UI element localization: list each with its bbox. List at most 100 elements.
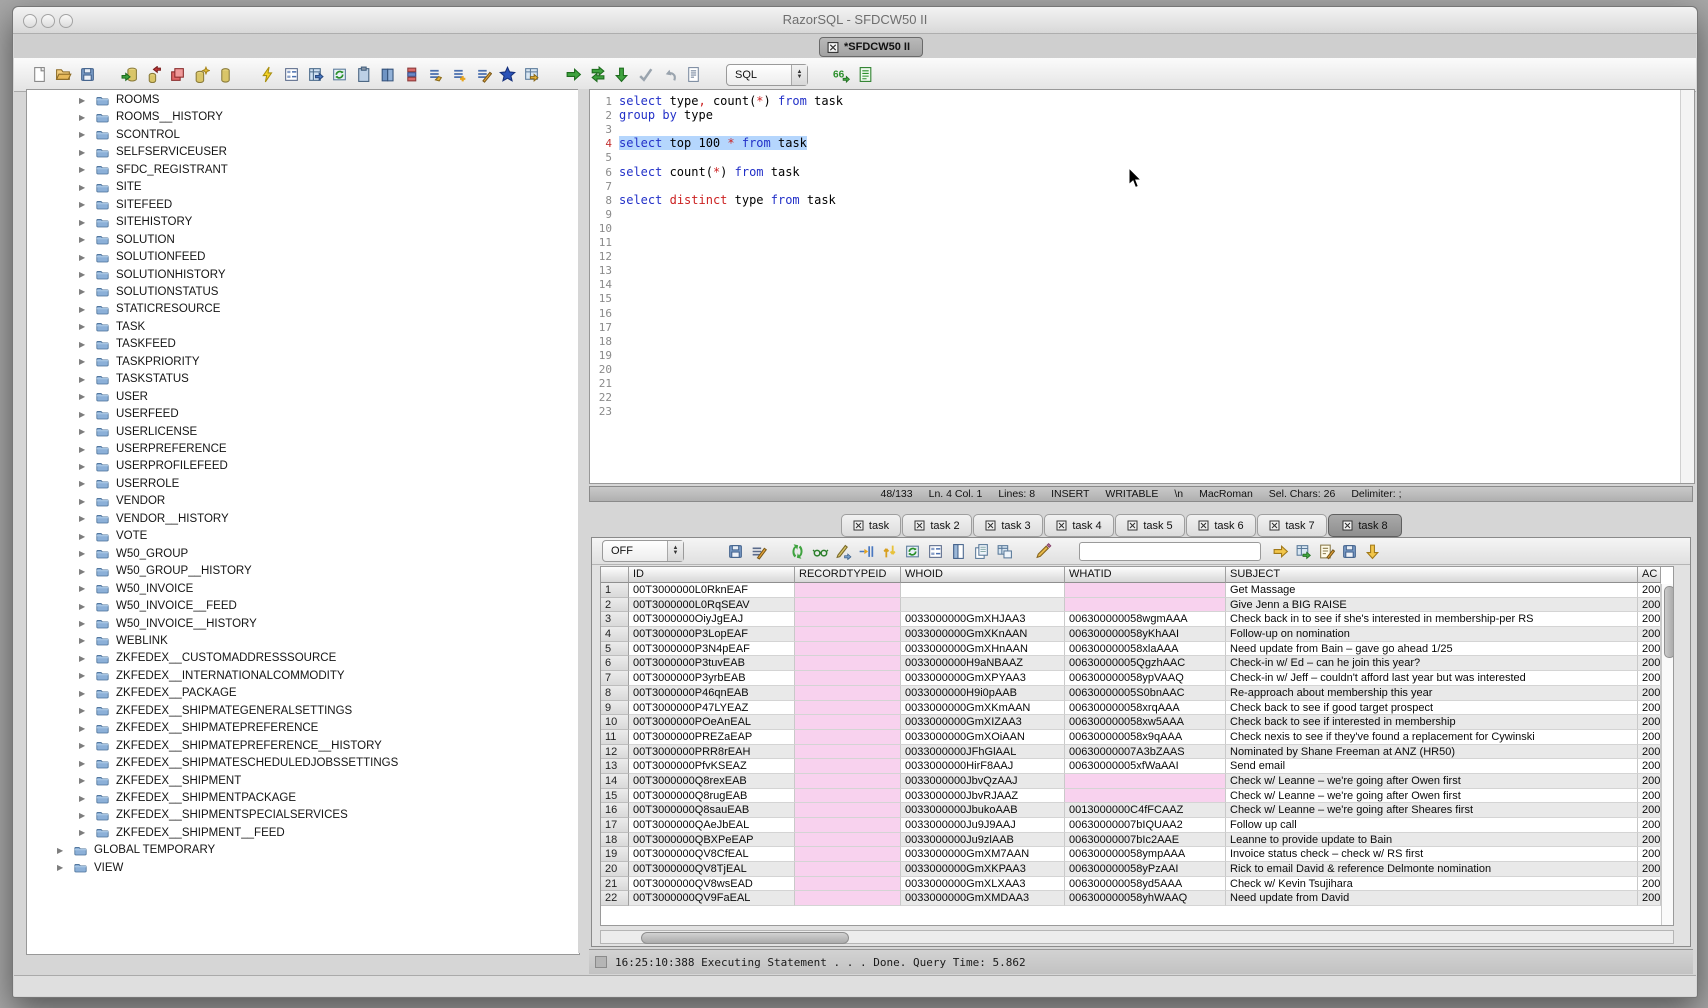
grid-cell[interactable]: 00T3000000QV8TjEAL <box>629 862 795 877</box>
grid-cell[interactable]: 006300000058yPzAAI <box>1065 862 1226 877</box>
grid-cell[interactable] <box>795 745 901 760</box>
editor-line-4[interactable]: 4select top 100 * from task <box>590 136 1694 150</box>
lines-pen-icon[interactable] <box>474 66 492 84</box>
expand-arrow-icon[interactable]: ▶ <box>79 253 88 262</box>
expand-arrow-icon[interactable]: ▶ <box>79 445 88 454</box>
expand-arrow-icon[interactable]: ▶ <box>79 602 88 611</box>
grid-cell[interactable]: 0033000000JbukoAAB <box>901 803 1065 818</box>
grid-cell[interactable]: 200 <box>1638 803 1661 818</box>
notes-edit-icon[interactable] <box>1317 542 1335 560</box>
grid-cell[interactable]: Rick to email David & reference Delmonte… <box>1226 862 1638 877</box>
expand-arrow-icon[interactable]: ▶ <box>79 567 88 576</box>
expand-arrow-icon[interactable]: ▶ <box>79 130 88 139</box>
grid-cell[interactable]: 00T3000000QV8wsEAD <box>629 877 795 892</box>
expand-arrow-icon[interactable]: ▶ <box>79 776 88 785</box>
table-refresh2-icon[interactable] <box>330 66 348 84</box>
editor-line-7[interactable]: 7 <box>590 179 1694 193</box>
grid-cell[interactable]: 0033000000GmXLXAA3 <box>901 877 1065 892</box>
grid-cell[interactable]: 006300000058xlaAAA <box>1065 642 1226 657</box>
expand-arrow-icon[interactable]: ▶ <box>79 671 88 680</box>
hscroll-thumb[interactable] <box>641 932 849 944</box>
grid-horizontal-scrollbar[interactable] <box>600 930 1674 944</box>
grid-cell[interactable]: 00T3000000QV8CfEAL <box>629 847 795 862</box>
grid-cell[interactable]: 006300000058yKhAAI <box>1065 627 1226 642</box>
expand-arrow-icon[interactable]: ▶ <box>79 148 88 157</box>
close-tab-icon[interactable] <box>853 520 864 531</box>
expand-arrow-icon[interactable]: ▶ <box>79 200 88 209</box>
grid-cell[interactable]: 200 <box>1638 701 1661 716</box>
grid-cell[interactable]: 0033000000GmXHJAA3 <box>901 612 1065 627</box>
expand-arrow-icon[interactable]: ▶ <box>79 724 88 733</box>
tree-item-sitehistory[interactable]: ▶SITEHISTORY <box>79 214 192 231</box>
tree-item-rooms__history[interactable]: ▶ROOMS__HISTORY <box>79 109 223 126</box>
tree-item-vendor[interactable]: ▶VENDOR <box>79 493 165 510</box>
grid-cell[interactable]: 200 <box>1638 745 1661 760</box>
grid-cell[interactable] <box>795 818 901 833</box>
arrow-right-green-icon[interactable] <box>564 66 582 84</box>
close-tab-icon[interactable] <box>1056 520 1067 531</box>
tree-item-staticresource[interactable]: ▶STATICRESOURCE <box>79 301 220 318</box>
result-tab-task-7[interactable]: task 7 <box>1257 514 1327 537</box>
pen-arrow-icon[interactable] <box>834 542 852 560</box>
table-row[interactable]: 1600T3000000Q8sauEAB0033000000JbukoAAB00… <box>601 803 1673 818</box>
tree-item-sfdc_registrant[interactable]: ▶SFDC_REGISTRANT <box>79 161 228 178</box>
row-limit-select[interactable]: OFF▲▼ <box>602 540 684 562</box>
grid-cell[interactable]: Check w/ Leanne – we're going after Owen… <box>1226 774 1638 789</box>
tree-item-weblink[interactable]: ▶WEBLINK <box>79 632 168 649</box>
grid-cell[interactable]: Check back to see if interested in membe… <box>1226 715 1638 730</box>
expand-arrow-icon[interactable]: ▶ <box>79 636 88 645</box>
grid-cell[interactable]: 006300000058x9qAAA <box>1065 730 1226 745</box>
clipboard-icon[interactable] <box>354 66 372 84</box>
expand-arrow-icon[interactable]: ▶ <box>79 270 88 279</box>
tree-item-selfserviceuser[interactable]: ▶SELFSERVICEUSER <box>79 144 227 161</box>
grid-cell[interactable]: 0033000000GmXHnAAN <box>901 642 1065 657</box>
grid-cell[interactable]: 00T3000000POeAnEAL <box>629 715 795 730</box>
table-row[interactable]: 800T3000000P46qnEAB0033000000H9i0pAAB006… <box>601 686 1673 701</box>
table-arrow-icon[interactable] <box>522 66 540 84</box>
grid-cell[interactable] <box>795 701 901 716</box>
doc-log-icon[interactable] <box>684 66 702 84</box>
table-export-icon[interactable] <box>306 66 324 84</box>
grid-cell[interactable]: Check-in w/ Ed – can he join this year? <box>1226 656 1638 671</box>
grid-cell[interactable]: 200 <box>1638 891 1661 906</box>
grid-cell[interactable]: 200 <box>1638 627 1661 642</box>
list-red-blue-icon[interactable] <box>402 66 420 84</box>
table-row[interactable]: 1500T3000000Q8rugEAB0033000000JbvRJAAZCh… <box>601 789 1673 804</box>
table-row[interactable]: 500T3000000P3N4pEAF0033000000GmXHnAAN006… <box>601 642 1673 657</box>
column-header-whoid[interactable]: WHOID <box>901 567 1065 583</box>
grid-cell[interactable]: 00T3000000PREZaEAP <box>629 730 795 745</box>
close-tab-icon[interactable] <box>827 41 839 53</box>
editor-line-18[interactable]: 18 <box>590 334 1694 348</box>
tree-item-zkfedex__shipment[interactable]: ▶ZKFEDEX__SHIPMENT <box>79 772 241 789</box>
grid-cell[interactable] <box>795 803 901 818</box>
expand-arrow-icon[interactable]: ▶ <box>79 828 88 837</box>
tree-item-userpreference[interactable]: ▶USERPREFERENCE <box>79 441 227 458</box>
refresh-green-icon[interactable] <box>788 542 806 560</box>
table-row[interactable]: 1200T3000000PRR8rEAH0033000000JFhGlAAL00… <box>601 745 1673 760</box>
tree-item-solutionstatus[interactable]: ▶SOLUTIONSTATUS <box>79 283 218 300</box>
editor-line-12[interactable]: 12 <box>590 249 1694 263</box>
tree-item-vote[interactable]: ▶VOTE <box>79 528 147 545</box>
lines-arrow-icon[interactable] <box>426 66 444 84</box>
db-add-icon[interactable] <box>192 66 210 84</box>
expand-arrow-icon[interactable]: ▶ <box>79 741 88 750</box>
arrow-down-green-icon[interactable] <box>612 66 630 84</box>
editor-line-13[interactable]: 13 <box>590 263 1694 277</box>
grid-cell[interactable] <box>1065 598 1226 613</box>
expand-arrow-icon[interactable]: ▶ <box>79 427 88 436</box>
expand-arrow-icon[interactable]: ▶ <box>79 392 88 401</box>
result-tab-task-5[interactable]: task 5 <box>1115 514 1185 537</box>
grid-cell[interactable]: 00630000007bIQUAA2 <box>1065 818 1226 833</box>
grid-cell[interactable]: Leanne to provide update to Bain <box>1226 833 1638 848</box>
table-row[interactable]: 900T3000000P47LYEAZ0033000000GmXKmAAN006… <box>601 701 1673 716</box>
grid-cell[interactable]: 0013000000C4fFCAAZ <box>1065 803 1226 818</box>
editor-line-16[interactable]: 16 <box>590 306 1694 320</box>
grid-cell[interactable]: 00T3000000P3LopEAF <box>629 627 795 642</box>
grid-cell[interactable]: 00T3000000QV9FaEAL <box>629 891 795 906</box>
grid-cell[interactable] <box>795 877 901 892</box>
grid-cell[interactable]: 0033000000GmXMDAA3 <box>901 891 1065 906</box>
grid-cell[interactable]: 200 <box>1638 877 1661 892</box>
grid-cell[interactable]: 006300000058xw5AAA <box>1065 715 1226 730</box>
grid-cell[interactable]: 006300000058ympAAA <box>1065 847 1226 862</box>
tree-item-userlicense[interactable]: ▶USERLICENSE <box>79 423 197 440</box>
